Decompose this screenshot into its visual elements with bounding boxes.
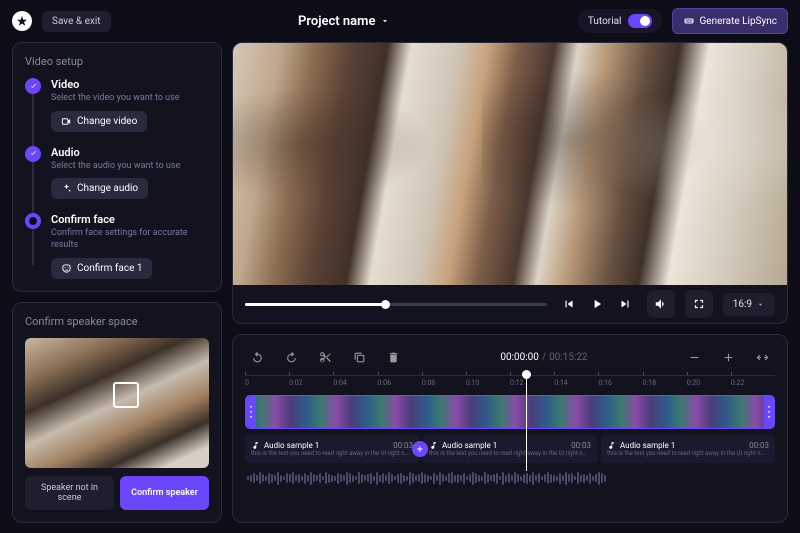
audio-track: + Audio sample 100:03this is the text yo… — [245, 435, 775, 463]
sparkle-icon — [61, 183, 72, 194]
audio-clip[interactable]: Audio sample 100:03this is the text you … — [601, 435, 775, 463]
confirm-face-button[interactable]: Confirm face 1 — [51, 258, 152, 279]
ruler-tick: 0:04 — [333, 376, 377, 389]
play-button[interactable] — [585, 292, 609, 316]
ruler-tick: 0:18 — [643, 376, 687, 389]
volume-icon — [654, 297, 668, 311]
lips-icon — [683, 15, 695, 27]
step-audio: Audio Select the audio you want to use C… — [25, 146, 209, 200]
copy-icon — [353, 351, 366, 364]
speaker-thumbnail[interactable] — [25, 338, 209, 468]
topbar: Save & exit Project name Tutorial Genera… — [0, 0, 800, 42]
play-icon — [590, 297, 604, 311]
chevron-down-icon — [380, 16, 390, 26]
scissors-icon — [319, 351, 332, 364]
fit-button[interactable] — [751, 345, 775, 369]
step-title: Video — [51, 78, 209, 91]
save-exit-button[interactable]: Save & exit — [42, 11, 111, 32]
step-desc: Select the audio you want to use — [51, 161, 209, 173]
music-icon — [429, 441, 438, 450]
minus-icon — [688, 351, 701, 364]
step-confirm-face: Confirm face Confirm face settings for a… — [25, 213, 209, 278]
skip-next-icon — [618, 297, 632, 311]
change-video-button[interactable]: Change video — [51, 111, 147, 132]
project-title[interactable]: Project name — [298, 14, 390, 29]
undo-button[interactable] — [245, 345, 269, 369]
video-track-clip[interactable] — [245, 395, 775, 429]
player-controls: 16:9 — [233, 285, 787, 323]
mask-icon — [61, 263, 72, 274]
music-icon — [251, 441, 260, 450]
step-indicator-done — [25, 78, 41, 94]
skip-prev-icon — [562, 297, 576, 311]
video-preview: 16:9 — [232, 42, 788, 324]
ruler-tick: 0:14 — [554, 376, 598, 389]
plus-icon — [722, 351, 735, 364]
trash-icon — [387, 351, 400, 364]
fullscreen-icon — [692, 297, 706, 311]
app-logo[interactable] — [12, 11, 32, 31]
aspect-ratio-select[interactable]: 16:9 — [723, 293, 775, 316]
video-frame[interactable] — [233, 43, 787, 285]
step-desc: Confirm face settings for accurate resul… — [51, 228, 209, 251]
redo-icon — [285, 351, 298, 364]
tutorial-label: Tutorial — [588, 16, 622, 27]
ruler-tick: 0:02 — [289, 376, 333, 389]
add-clip-button[interactable]: + — [412, 441, 428, 457]
speaker-panel: Confirm speaker space Speaker not in sce… — [12, 302, 222, 523]
step-title: Confirm face — [51, 213, 209, 226]
ruler-tick: 0:20 — [687, 376, 731, 389]
redo-button[interactable] — [279, 345, 303, 369]
ruler-tick: 0:10 — [466, 376, 510, 389]
ruler-tick: 0:16 — [598, 376, 642, 389]
copy-button[interactable] — [347, 345, 371, 369]
project-name-text: Project name — [298, 14, 375, 29]
speaker-not-in-scene-button[interactable]: Speaker not in scene — [25, 476, 114, 510]
timeline-ruler[interactable]: 00:020:040:060:080:100:120:140:160:180:2… — [245, 375, 775, 389]
delete-button[interactable] — [381, 345, 405, 369]
confirm-speaker-button[interactable]: Confirm speaker — [120, 476, 209, 510]
fit-width-icon — [756, 351, 769, 364]
step-indicator-done — [25, 146, 41, 162]
playhead[interactable] — [526, 375, 527, 471]
tutorial-toggle-group: Tutorial — [578, 9, 662, 33]
generate-lipsync-button[interactable]: Generate LipSync — [672, 8, 789, 34]
zoom-in-button[interactable] — [717, 345, 741, 369]
zoom-out-button[interactable] — [683, 345, 707, 369]
video-icon — [61, 116, 72, 127]
step-video: Video Select the video you want to use C… — [25, 78, 209, 132]
chevron-down-icon — [756, 300, 765, 309]
video-setup-panel: Video setup Video Select the video you w… — [12, 42, 222, 292]
fullscreen-button[interactable] — [685, 290, 713, 318]
volume-button[interactable] — [647, 290, 675, 318]
tutorial-toggle[interactable] — [628, 14, 652, 28]
timeline-time: 00:00:00/00:15:22 — [500, 352, 587, 363]
panel-title: Confirm speaker space — [25, 315, 209, 328]
ruler-tick: 0:08 — [422, 376, 466, 389]
ruler-tick: 0:12 — [510, 376, 554, 389]
ruler-tick: 0 — [245, 376, 289, 389]
ruler-tick: 0:22 — [731, 376, 775, 389]
cut-button[interactable] — [313, 345, 337, 369]
scrubber[interactable] — [245, 303, 547, 306]
step-title: Audio — [51, 146, 209, 159]
timeline-panel: 00:00:00/00:15:22 00:020:040:060:080:100… — [232, 334, 788, 523]
change-audio-button[interactable]: Change audio — [51, 178, 148, 199]
panel-title: Video setup — [25, 55, 209, 68]
step-desc: Select the video you want to use — [51, 93, 209, 105]
undo-icon — [251, 351, 264, 364]
ruler-tick: 0:06 — [378, 376, 422, 389]
prev-button[interactable] — [557, 292, 581, 316]
waveform[interactable] — [245, 469, 775, 487]
audio-clip[interactable]: Audio sample 100:03this is the text you … — [423, 435, 597, 463]
music-icon — [607, 441, 616, 450]
step-indicator-active — [25, 213, 41, 229]
audio-clip[interactable]: Audio sample 100:03this is the text you … — [245, 435, 419, 463]
next-button[interactable] — [613, 292, 637, 316]
